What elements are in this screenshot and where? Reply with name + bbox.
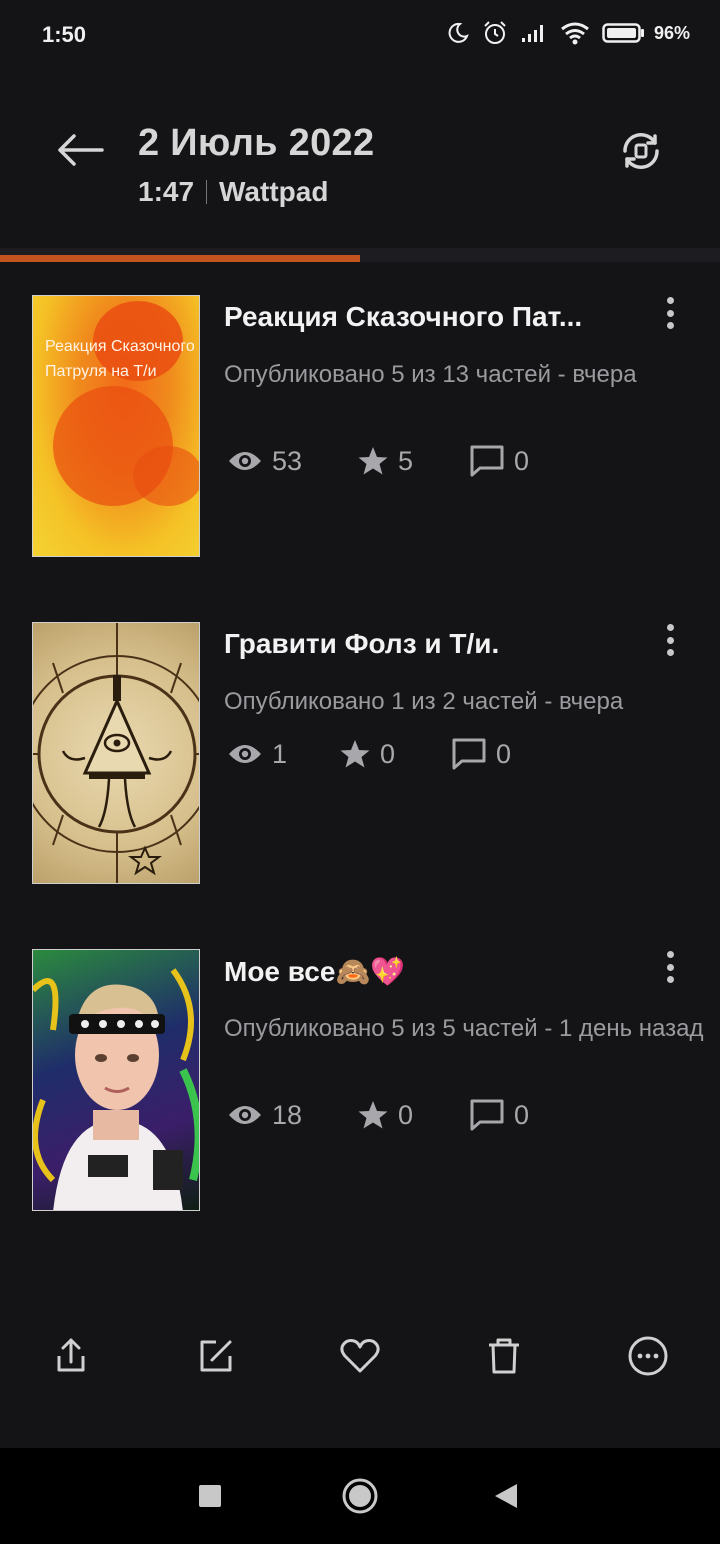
cover-art <box>33 623 199 883</box>
page-title: 2 Июль 2022 <box>138 122 375 164</box>
star-icon <box>358 447 388 475</box>
eye-icon <box>229 452 261 470</box>
comment-icon <box>470 1099 504 1131</box>
delete-button[interactable] <box>480 1332 528 1380</box>
edit-button[interactable] <box>192 1332 240 1380</box>
eye-icon <box>229 1106 261 1124</box>
story-meta: Опубликовано 5 из 13 частей - вчера <box>224 361 637 388</box>
story-meta: Опубликовано 5 из 5 частей - 1 день наза… <box>224 1015 704 1042</box>
views-count: 53 <box>272 445 303 476</box>
header-app-name: Wattpad <box>219 176 329 207</box>
trash-icon <box>489 1338 519 1374</box>
story-cover[interactable] <box>32 622 200 884</box>
votes-count: 5 <box>398 445 414 476</box>
comments-stat: 0 <box>452 738 511 770</box>
alarm-icon <box>484 21 506 44</box>
story-title[interactable]: Реакция Сказочного Пат... <box>224 301 634 333</box>
header-subtitle: 1:47 Wattpad <box>138 176 328 208</box>
more-options-button[interactable] <box>658 295 682 331</box>
comments-count: 0 <box>496 738 512 769</box>
share-icon <box>57 1338 85 1372</box>
recents-button[interactable] <box>190 1476 230 1516</box>
story-meta: Опубликовано 1 из 2 частей - вчера <box>224 688 624 715</box>
cover-text: Реакция Сказочного Патруля на Т/и <box>45 338 195 380</box>
more-button[interactable] <box>624 1332 672 1380</box>
more-options-button[interactable] <box>658 622 682 658</box>
rotate-button[interactable] <box>614 124 668 178</box>
comments-count: 0 <box>514 445 530 476</box>
back-button[interactable] <box>52 128 108 172</box>
more-icon <box>628 1336 668 1376</box>
edit-icon <box>200 1340 232 1372</box>
back-icon <box>495 1484 517 1508</box>
votes-count: 0 <box>380 738 396 769</box>
status-time: 1:50 <box>42 22 87 47</box>
heart-icon <box>340 1339 380 1373</box>
favorite-button[interactable] <box>336 1332 384 1380</box>
bottom-toolbar <box>0 1318 720 1398</box>
cover-shape <box>133 446 199 506</box>
rotate-icon <box>623 133 659 169</box>
moon-icon <box>448 22 469 43</box>
status-bar: 1:50 96% <box>0 0 720 70</box>
story-item[interactable]: Мое все🙈💖 Опубликовано 5 из 5 частей - 1… <box>32 949 704 1211</box>
views-stat: 18 <box>228 1100 358 1131</box>
battery-icon <box>602 23 644 43</box>
eye-icon <box>229 745 261 763</box>
wifi-icon <box>561 22 589 45</box>
views-count: 1 <box>272 738 288 769</box>
star-icon <box>340 740 370 768</box>
battery-percent: 96% <box>653 22 690 43</box>
story-stats: 18 0 0 <box>228 1099 529 1131</box>
votes-stat: 0 <box>358 1100 470 1131</box>
arrow-left-icon <box>58 134 104 166</box>
views-stat: 53 <box>228 446 358 477</box>
system-back-button[interactable] <box>486 1476 526 1516</box>
home-button[interactable] <box>340 1476 380 1516</box>
story-title[interactable]: Мое все🙈💖 <box>224 955 634 988</box>
comments-count: 0 <box>514 1099 530 1130</box>
story-title[interactable]: Гравити Фолз и Т/и. <box>224 628 634 660</box>
comments-stat: 0 <box>470 445 529 477</box>
star-icon <box>358 1101 388 1129</box>
votes-stat: 0 <box>340 739 452 770</box>
recents-icon <box>199 1485 221 1507</box>
story-cover[interactable] <box>32 949 200 1211</box>
status-icons: 96% <box>446 20 690 46</box>
comment-icon <box>470 445 504 477</box>
story-item[interactable]: Реакция Сказочного Патруля на Т/и Реакци… <box>32 295 702 557</box>
story-stats: 53 5 0 <box>228 445 529 477</box>
views-stat: 1 <box>228 739 340 770</box>
home-icon <box>342 1478 378 1514</box>
more-options-button[interactable] <box>658 949 682 985</box>
votes-stat: 5 <box>358 446 470 477</box>
comments-stat: 0 <box>470 1099 529 1131</box>
header-time: 1:47 <box>138 176 195 207</box>
divider <box>206 180 208 204</box>
story-stats: 1 0 0 <box>228 738 511 770</box>
share-button[interactable] <box>47 1332 95 1380</box>
header: 2 Июль 2022 1:47 Wattpad <box>0 100 720 230</box>
comment-icon <box>452 738 486 770</box>
story-item[interactable]: Гравити Фолз и Т/и. Опубликовано 1 из 2 … <box>32 622 702 884</box>
signal-icon <box>521 25 543 42</box>
cover-art <box>33 968 199 1210</box>
progress-fill <box>0 255 360 262</box>
system-nav-bar <box>0 1448 720 1544</box>
views-count: 18 <box>272 1099 303 1130</box>
story-cover[interactable]: Реакция Сказочного Патруля на Т/и <box>32 295 200 557</box>
votes-count: 0 <box>398 1099 414 1130</box>
